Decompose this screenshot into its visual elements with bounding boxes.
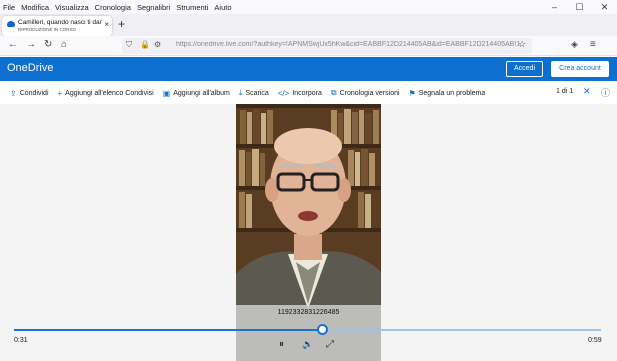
- version-history-button[interactable]: ⧉ Cronologia versioni: [331, 88, 400, 98]
- url-text[interactable]: https://onedrive.live.com/?authkey=!APNM…: [176, 41, 521, 48]
- history-icon: ⧉: [330, 88, 337, 97]
- menu-bar: File Modifica Visualizza Cronologia Segn…: [0, 0, 617, 14]
- share-icon: ⇪: [10, 88, 17, 98]
- pause-icon[interactable]: ⏸: [279, 339, 284, 350]
- menu-visualizza[interactable]: Visualizza: [55, 3, 89, 12]
- permissions-icon[interactable]: ⚙: [154, 40, 161, 49]
- elapsed-time: 0:31: [14, 337, 28, 344]
- share-label: Condividi: [19, 89, 49, 97]
- close-viewer-icon[interactable]: ✕: [583, 86, 591, 97]
- navigation-bar: ← → ↻ ⌂ ⛉ 🔒 ⚙ https://onedrive.live.com/…: [0, 36, 617, 56]
- menu-icon[interactable]: ≡: [590, 39, 596, 50]
- window-controls: – ☐ ✕: [542, 0, 617, 14]
- lock-icon[interactable]: 🔒: [140, 40, 150, 49]
- report-problem-label: Segnala un problema: [418, 89, 486, 97]
- new-tab-button[interactable]: +: [118, 17, 125, 31]
- embed-icon: </>: [277, 88, 290, 98]
- download-icon: ⤓: [238, 88, 243, 97]
- download-button[interactable]: ⤓ Scarica: [239, 88, 269, 98]
- add-to-shared-label: Aggiungi all'elenco Condivisi: [65, 89, 154, 97]
- menu-strumenti[interactable]: Strumenti: [176, 3, 208, 12]
- address-bar[interactable]: ⛉ 🔒 ⚙ https://onedrive.live.com/?authkey…: [122, 38, 532, 54]
- menu-cronologia[interactable]: Cronologia: [95, 3, 131, 12]
- menu-modifica[interactable]: Modifica: [21, 3, 49, 12]
- embed-button[interactable]: </> Incorpora: [278, 89, 322, 98]
- signin-button[interactable]: Accedi: [506, 61, 543, 77]
- close-window-button[interactable]: ✕: [592, 0, 617, 14]
- add-to-album-button[interactable]: ▣ Aggiungi all'album: [163, 89, 230, 98]
- command-bar: ⇪ Condividi + Aggiungi all'elenco Condiv…: [0, 82, 617, 104]
- tab-close-icon[interactable]: ×: [104, 20, 109, 29]
- info-icon[interactable]: ⓘ: [601, 86, 610, 99]
- onedrive-logo-text[interactable]: OneDrive: [7, 62, 53, 74]
- page-counter: 1 di 1: [556, 88, 574, 95]
- share-button[interactable]: ⇪ Condividi: [10, 89, 49, 98]
- shield-icon[interactable]: ⛉: [126, 40, 132, 50]
- create-account-button[interactable]: Crea account: [551, 61, 609, 77]
- back-icon[interactable]: ←: [8, 39, 18, 50]
- report-problem-button[interactable]: ⚑ Segnala un problema: [409, 89, 486, 98]
- fullscreen-icon[interactable]: ⤢: [326, 339, 334, 350]
- menu-segnalibri[interactable]: Segnalibri: [137, 3, 170, 12]
- add-to-shared-button[interactable]: + Aggiungi all'elenco Condivisi: [58, 89, 154, 98]
- version-history-label: Cronologia versioni: [339, 89, 400, 97]
- tab-playing-label: RIPRODUZIONE IN CORSO: [18, 27, 77, 32]
- download-label: Scarica: [245, 89, 269, 97]
- forward-icon[interactable]: →: [26, 39, 36, 50]
- add-to-album-label: Aggiungi all'album: [173, 89, 230, 97]
- tab-bar: Camilleri, quando nasci ti dann RIPRODUZ…: [0, 14, 617, 36]
- total-duration: 0:59: [588, 337, 602, 344]
- maximize-button[interactable]: ☐: [567, 0, 592, 14]
- flag-icon: ⚑: [408, 88, 416, 98]
- album-icon: ▣: [162, 88, 171, 98]
- minimize-button[interactable]: –: [542, 0, 567, 14]
- pocket-icon[interactable]: ◈: [571, 39, 578, 50]
- plus-icon: +: [57, 88, 63, 98]
- seek-thumb[interactable]: [316, 324, 328, 335]
- tab-title: Camilleri, quando nasci ti dann: [18, 19, 102, 26]
- seek-progress: [14, 329, 323, 331]
- video-caption: 1192332831226485: [277, 309, 340, 316]
- onedrive-cloud-icon: [7, 21, 15, 27]
- home-icon[interactable]: ⌂: [61, 39, 67, 50]
- tab-onedrive[interactable]: Camilleri, quando nasci ti dann RIPRODUZ…: [2, 16, 112, 36]
- menu-file[interactable]: File: [3, 3, 15, 12]
- menu-aiuto[interactable]: Aiuto: [214, 3, 231, 12]
- embed-label: Incorpora: [292, 89, 322, 97]
- volume-icon[interactable]: 🔊: [302, 339, 313, 350]
- bookmark-star-icon[interactable]: ☆: [518, 39, 526, 50]
- onedrive-header: OneDrive Accedi Crea account: [0, 57, 617, 81]
- reload-icon[interactable]: ↻: [44, 39, 52, 50]
